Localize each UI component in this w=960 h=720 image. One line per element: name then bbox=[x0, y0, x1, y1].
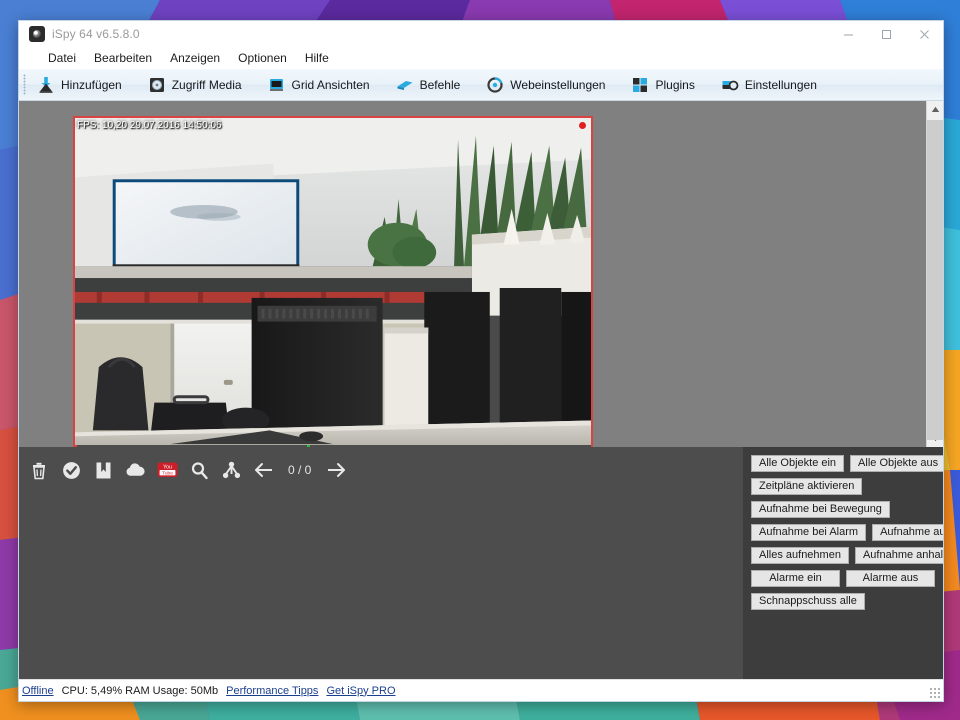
toolbar-button-zugriff-media[interactable]: Zugriff Media bbox=[142, 72, 252, 98]
media-pane: You Tube bbox=[19, 447, 743, 679]
control-row-snapshot: Schnappschuss alle bbox=[751, 593, 935, 610]
get-ispy-pro-link[interactable]: Get iSpy PRO bbox=[326, 685, 395, 697]
next-page-icon[interactable] bbox=[325, 459, 347, 481]
previous-page-icon[interactable] bbox=[252, 459, 274, 481]
plugins-icon bbox=[631, 76, 649, 94]
control-row-motion: Aufnahme bei Bewegung bbox=[751, 501, 935, 518]
all-objects-off-button[interactable]: Alle Objekte aus bbox=[850, 455, 944, 472]
resource-usage-text: CPU: 5,49% RAM Usage: 50Mb bbox=[62, 685, 219, 697]
menu-item-optionen[interactable]: Optionen bbox=[229, 49, 296, 67]
toolbar-label-grid-ansichten: Grid Ansichten bbox=[292, 78, 370, 92]
record-on-alert-button[interactable]: Aufnahme bei Alarm bbox=[751, 524, 866, 541]
media-access-icon bbox=[148, 76, 166, 94]
toolbar-button-befehle[interactable]: Befehle bbox=[390, 72, 471, 98]
control-row-record-all: Alles aufnehmen Aufnahme anhalten bbox=[751, 547, 935, 564]
resize-grip[interactable] bbox=[929, 687, 941, 699]
delete-icon[interactable] bbox=[28, 459, 50, 481]
alerts-off-button[interactable]: Alarme aus bbox=[846, 570, 935, 587]
scrollbar-thumb[interactable] bbox=[927, 120, 943, 440]
vertical-scrollbar[interactable] bbox=[926, 101, 943, 447]
toolbar-label-einstellungen: Einstellungen bbox=[745, 78, 817, 92]
snapshot-all-button[interactable]: Schnappschuss alle bbox=[751, 593, 865, 610]
window-buttons bbox=[829, 21, 943, 47]
toolbar-label-webeinstellungen: Webeinstellungen bbox=[510, 78, 605, 92]
control-pane: Alle Objekte ein Alle Objekte aus Zeitpl… bbox=[743, 447, 943, 679]
record-on-motion-button[interactable]: Aufnahme bei Bewegung bbox=[751, 501, 890, 518]
control-row-schedules: Zeitpläne aktivieren bbox=[751, 478, 935, 495]
offline-status-link[interactable]: Offline bbox=[22, 685, 54, 697]
camera-overlay-text: FPS: 10,20 29.07.2016 14:50:06 bbox=[77, 120, 222, 131]
toolbar-label-hinzufuegen: Hinzufügen bbox=[61, 78, 122, 92]
share-icon[interactable] bbox=[220, 459, 242, 481]
minimize-button[interactable] bbox=[829, 21, 867, 47]
camera-live-image bbox=[75, 118, 591, 447]
ispy-application-window: iSpy 64 v6.5.8.0 Datei Bearbeiten Anzeig… bbox=[18, 20, 944, 702]
camera-viewport[interactable]: FPS: 10,20 29.07.2016 14:50:06 FPS: 10,2… bbox=[19, 101, 926, 447]
control-row-alerts: Alarme ein Alarme aus bbox=[751, 570, 935, 587]
scroll-up-icon[interactable] bbox=[927, 101, 943, 118]
camera-footer-bar: FPS: 10,20 29.07.2016 bbox=[75, 445, 591, 447]
menu-item-hilfe[interactable]: Hilfe bbox=[296, 49, 338, 67]
camera-footer-text: FPS: 10,20 29.07.2016 bbox=[78, 446, 181, 447]
toolbar-label-zugriff-media: Zugriff Media bbox=[172, 78, 242, 92]
control-row-objects: Alle Objekte ein Alle Objekte aus bbox=[751, 455, 935, 472]
camera-timeline-start-marker bbox=[75, 445, 77, 447]
svg-text:Tube: Tube bbox=[162, 470, 173, 476]
media-toolbar: You Tube bbox=[19, 447, 743, 485]
commands-icon bbox=[396, 76, 414, 94]
toolbar-label-befehle: Befehle bbox=[420, 78, 461, 92]
main-toolbar: Hinzufügen Zugriff Media Grid Ansich bbox=[19, 69, 943, 101]
svg-text:You: You bbox=[163, 465, 172, 471]
toolbar-button-hinzufuegen[interactable]: Hinzufügen bbox=[31, 72, 132, 98]
youtube-icon[interactable]: You Tube bbox=[156, 459, 178, 481]
titlebar[interactable]: iSpy 64 v6.5.8.0 bbox=[19, 21, 943, 47]
settings-icon bbox=[721, 76, 739, 94]
statusbar: Offline CPU: 5,49% RAM Usage: 50Mb Perfo… bbox=[19, 679, 943, 701]
toolbar-button-plugins[interactable]: Plugins bbox=[625, 72, 704, 98]
control-row-alert-record: Aufnahme bei Alarm Aufnahme ausschalten bbox=[751, 524, 935, 541]
search-icon[interactable] bbox=[188, 459, 210, 481]
content-area: FPS: 10,20 29.07.2016 14:50:06 FPS: 10,2… bbox=[19, 101, 943, 447]
record-all-button[interactable]: Alles aufnehmen bbox=[751, 547, 849, 564]
recording-indicator-icon bbox=[579, 122, 586, 129]
enable-schedules-button[interactable]: Zeitpläne aktivieren bbox=[751, 478, 862, 495]
close-button[interactable] bbox=[905, 21, 943, 47]
recording-off-button[interactable]: Aufnahme ausschalten bbox=[872, 524, 944, 541]
page-counter: 0 / 0 bbox=[284, 463, 315, 477]
lower-panel: You Tube bbox=[19, 447, 943, 679]
cloud-upload-icon[interactable] bbox=[124, 459, 146, 481]
toolbar-button-einstellungen[interactable]: Einstellungen bbox=[715, 72, 827, 98]
select-all-icon[interactable] bbox=[60, 459, 82, 481]
toolbar-button-grid-ansichten[interactable]: Grid Ansichten bbox=[262, 72, 380, 98]
menu-item-bearbeiten[interactable]: Bearbeiten bbox=[85, 49, 161, 67]
web-settings-icon bbox=[486, 76, 504, 94]
add-camera-icon bbox=[37, 76, 55, 94]
camera-icon bbox=[29, 26, 45, 42]
alerts-on-button[interactable]: Alarme ein bbox=[751, 570, 840, 587]
save-icon[interactable] bbox=[92, 459, 114, 481]
pause-recording-button[interactable]: Aufnahme anhalten bbox=[855, 547, 944, 564]
all-objects-on-button[interactable]: Alle Objekte ein bbox=[751, 455, 844, 472]
maximize-button[interactable] bbox=[867, 21, 905, 47]
menu-item-datei[interactable]: Datei bbox=[39, 49, 85, 67]
toolbar-label-plugins: Plugins bbox=[655, 78, 694, 92]
performance-tips-link[interactable]: Performance Tipps bbox=[226, 685, 318, 697]
window-title: iSpy 64 v6.5.8.0 bbox=[52, 27, 140, 41]
camera-timeline-marker bbox=[307, 445, 310, 447]
camera-panel[interactable]: FPS: 10,20 29.07.2016 14:50:06 FPS: 10,2… bbox=[73, 116, 593, 447]
grid-views-icon bbox=[268, 76, 286, 94]
menubar: Datei Bearbeiten Anzeigen Optionen Hilfe bbox=[19, 47, 943, 69]
menu-item-anzeigen[interactable]: Anzeigen bbox=[161, 49, 229, 67]
scrollbar-track[interactable] bbox=[927, 118, 943, 430]
toolbar-button-webeinstellungen[interactable]: Webeinstellungen bbox=[480, 72, 615, 98]
